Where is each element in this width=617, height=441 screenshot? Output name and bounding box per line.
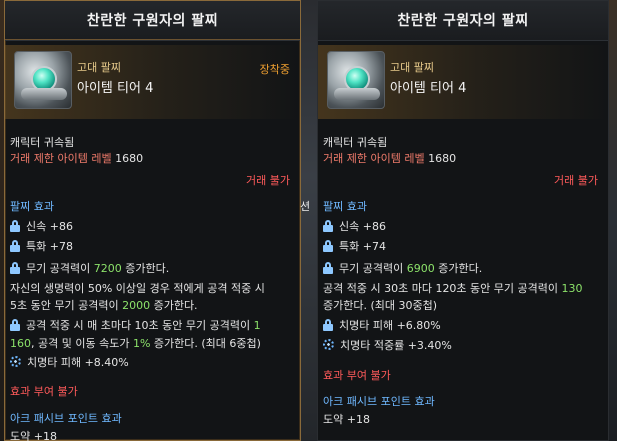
stat-name: 신속 xyxy=(339,220,360,233)
effect-value: 2000 xyxy=(122,299,151,312)
effect-text: 공격 적중 시 30초 마다 120초 동안 무기 공격력이 xyxy=(323,282,559,295)
overlap-text: 션 xyxy=(300,200,311,213)
crit-damage-text: 치명타 피해 +8.40% xyxy=(27,356,129,369)
crit-damage-text: 치명타 피해 +6.80% xyxy=(339,319,441,332)
trade-status: 거래 불가 xyxy=(246,174,290,187)
effect-text-line: 자신의 생명력이 50% 이상일 경우 적에게 공격 적중 시 xyxy=(10,282,265,295)
stat-value: +78 xyxy=(49,240,73,253)
weapon-attack-line: 무기 공격력이 6900 증가한다. xyxy=(323,260,482,276)
bracelet-effects-title: 팔찌 효과 xyxy=(323,200,367,213)
locked-effect-value: 1 xyxy=(253,319,261,332)
ark-passive-title: 아크 패시브 포인트 효과 xyxy=(323,395,435,408)
item-level-line: 거래 제한 아이템 레벨 1680 xyxy=(10,150,143,166)
effect-text-line: 공격 적중 시 30초 마다 120초 동안 무기 공격력이 130 xyxy=(323,280,583,296)
effect-suffix: 증가한다. xyxy=(153,299,198,312)
item-tier: 아이템 티어 4 xyxy=(77,81,154,96)
item-level-value: 1680 xyxy=(115,152,144,165)
weapon-attack-text: 무기 공격력이 xyxy=(26,262,91,275)
stat-value: +74 xyxy=(362,240,386,253)
stat-name: 특화 xyxy=(26,240,47,253)
stat-name: 신속 xyxy=(26,220,47,233)
lock-icon xyxy=(323,319,333,331)
locked-effect-text: , 공격 및 이동 속도가 xyxy=(31,337,130,350)
bound-status: 캐릭터 귀속됨 xyxy=(10,136,75,149)
no-effect-grant: 효과 부여 불가 xyxy=(10,385,78,398)
item-level-label: 거래 제한 아이템 레벨 xyxy=(323,152,425,165)
weapon-attack-text: 무기 공격력이 xyxy=(339,262,404,275)
item-level-label: 거래 제한 아이템 레벨 xyxy=(10,152,112,165)
ark-passive-value: 도약 +18 xyxy=(323,413,370,426)
lock-icon xyxy=(323,220,333,232)
ark-passive-title: 아크 패시브 포인트 효과 xyxy=(10,412,122,425)
item-title: 찬란한 구원자의 팔찌 xyxy=(318,1,608,41)
no-effect-grant: 효과 부여 불가 xyxy=(323,369,391,382)
stat-name: 특화 xyxy=(339,240,360,253)
stat-line: 신속 +86 xyxy=(323,218,386,234)
locked-effect-value: 160 xyxy=(10,337,31,350)
effect-text: 5초 동안 무기 공격력이 xyxy=(10,299,119,312)
weapon-attack-suffix: 증가한다. xyxy=(125,262,170,275)
stat-line: 특화 +74 xyxy=(323,238,386,254)
lock-icon xyxy=(323,262,333,274)
background-strip-middle xyxy=(300,0,318,441)
weapon-attack-value: 7200 xyxy=(93,262,122,275)
ark-passive-value: 도약 +18 xyxy=(10,430,57,441)
effect-text-line: 증가한다. (최대 30중첩) xyxy=(323,299,438,312)
gear-icon xyxy=(323,339,334,350)
crit-damage-line: 치명타 피해 +8.40% xyxy=(10,354,129,370)
weapon-attack-value: 6900 xyxy=(406,262,435,275)
bracelet-effects-title: 팔찌 효과 xyxy=(10,200,54,213)
locked-effect-value: 1% xyxy=(132,337,151,350)
lock-icon xyxy=(10,262,20,274)
item-title: 찬란한 구원자의 팔찌 xyxy=(5,1,300,41)
stat-value: +86 xyxy=(362,220,386,233)
bound-status: 캐릭터 귀속됨 xyxy=(323,136,388,149)
locked-effect-line: 160, 공격 및 이동 속도가 1% 증가한다. (최대 6중첩) xyxy=(10,335,261,351)
lock-icon xyxy=(10,319,20,331)
locked-effect-suffix: 증가한다. (최대 6중첩) xyxy=(153,337,261,350)
effect-value: 130 xyxy=(561,282,583,295)
equipped-badge: 장착중 xyxy=(259,63,290,76)
crit-rate-line: 치명타 적중률 +3.40% xyxy=(323,337,452,353)
gear-icon xyxy=(10,356,21,367)
tooltip-compare-bracelet: 찬란한 구원자의 팔찌 고대 팔찌 아이템 티어 4 캐릭터 귀속됨 거래 제한… xyxy=(317,0,609,441)
locked-effect-text: 공격 적중 시 매 초마다 10초 동안 무기 공격력이 xyxy=(26,319,251,332)
item-grade: 고대 팔찌 xyxy=(390,61,434,74)
bracelet-icon xyxy=(327,51,385,109)
item-level-line: 거래 제한 아이템 레벨 1680 xyxy=(323,150,456,166)
stat-value: +86 xyxy=(49,220,73,233)
weapon-attack-line: 무기 공격력이 7200 증가한다. xyxy=(10,260,169,276)
item-tier: 아이템 티어 4 xyxy=(390,81,467,96)
bracelet-icon xyxy=(14,51,72,109)
crit-damage-line: 치명타 피해 +6.80% xyxy=(323,317,441,333)
lock-icon xyxy=(10,220,20,232)
tooltip-equipped-bracelet: 찬란한 구원자의 팔찌 고대 팔찌 아이템 티어 4 장착중 캐릭터 귀속됨 거… xyxy=(4,0,301,441)
locked-effect-line: 공격 적중 시 매 초마다 10초 동안 무기 공격력이 1 xyxy=(10,317,261,333)
trade-status: 거래 불가 xyxy=(554,174,598,187)
lock-icon xyxy=(323,240,333,252)
stat-line: 특화 +78 xyxy=(10,238,73,254)
crit-rate-text: 치명타 적중률 +3.40% xyxy=(340,339,452,352)
item-grade: 고대 팔찌 xyxy=(77,61,121,74)
background-strip-right xyxy=(608,0,617,441)
item-level-value: 1680 xyxy=(428,152,457,165)
lock-icon xyxy=(10,240,20,252)
stat-line: 신속 +86 xyxy=(10,218,73,234)
effect-text-line: 5초 동안 무기 공격력이 2000 증가한다. xyxy=(10,297,198,313)
weapon-attack-suffix: 증가한다. xyxy=(438,262,483,275)
